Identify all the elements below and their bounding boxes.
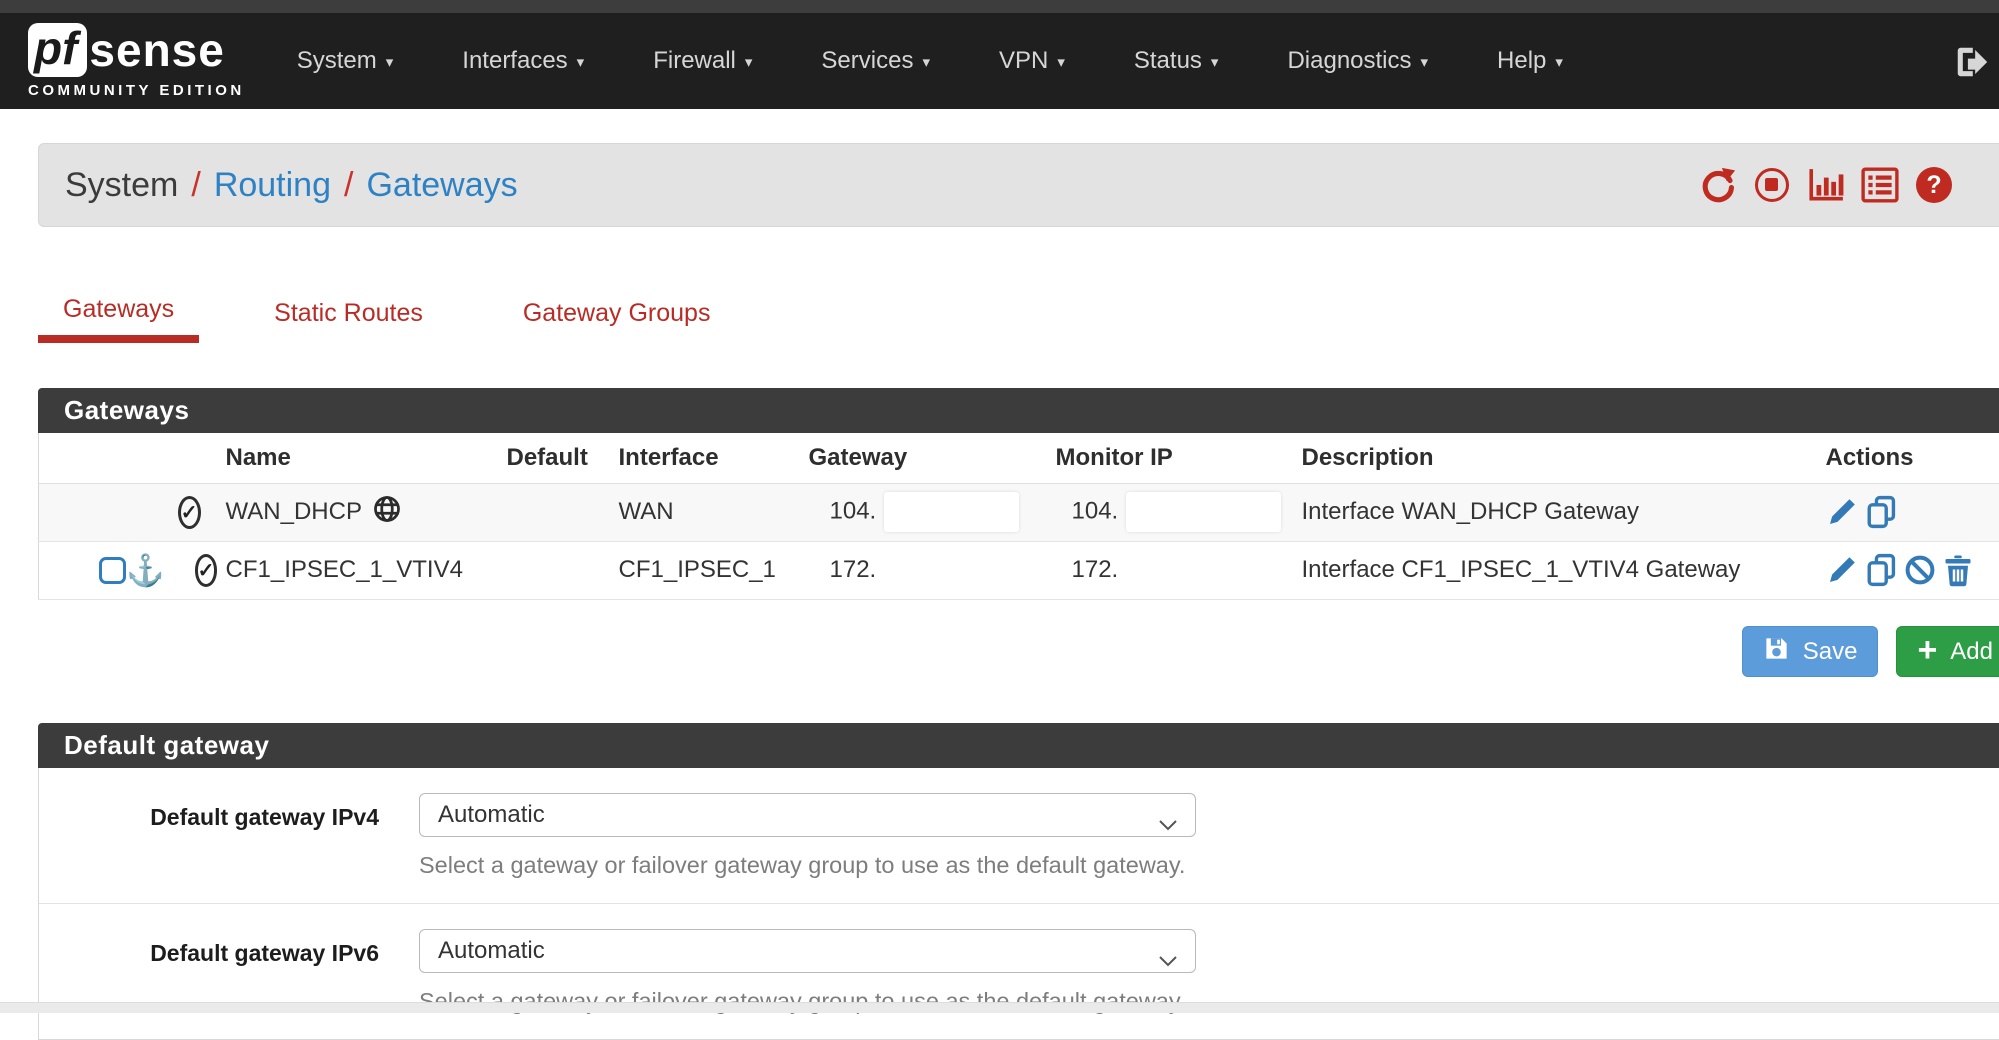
anchor-icon: ⚓ xyxy=(126,555,165,586)
chevron-down-icon: ▾ xyxy=(386,52,394,70)
sign-out-icon[interactable] xyxy=(1953,43,1991,86)
gateway-interface: CF1_IPSEC_1 xyxy=(589,541,794,599)
help-icon[interactable]: ? xyxy=(1915,166,1953,204)
gateway-name: WAN_DHCP xyxy=(226,498,362,526)
default-gateway-ipv4-select[interactable]: Automatic xyxy=(419,793,1196,837)
nav-item-firewall[interactable]: Firewall ▾ xyxy=(653,47,752,75)
form-row-ipv6: Default gateway IPv6 Automatic Select a … xyxy=(39,903,1999,1039)
copy-icon[interactable] xyxy=(1865,553,1897,587)
tab-bar: Gateways Static Routes Gateway Groups xyxy=(38,283,735,343)
gateway-address: 172. xyxy=(794,541,1044,599)
col-header-monitor-ip: Monitor IP xyxy=(1044,433,1294,483)
chart-icon[interactable] xyxy=(1807,166,1845,204)
nav-item-help[interactable]: Help ▾ xyxy=(1497,47,1563,75)
edit-icon[interactable] xyxy=(1826,554,1858,586)
copy-icon[interactable] xyxy=(1865,495,1897,529)
gateways-panel: Gateways Name Default Interface Gateway … xyxy=(38,388,1999,600)
chevron-down-icon: ▾ xyxy=(1555,52,1563,70)
default-gateway-ipv4-label: Default gateway IPv4 xyxy=(39,793,379,879)
chevron-down-icon xyxy=(1158,810,1178,838)
disable-icon[interactable] xyxy=(1904,554,1936,586)
logo-sense: sense xyxy=(89,23,224,77)
add-button[interactable]: + Add xyxy=(1896,626,1999,677)
col-header-gateway: Gateway xyxy=(794,433,1044,483)
monitor-ip: 104. xyxy=(1072,497,1119,524)
nav-item-system[interactable]: System ▾ xyxy=(297,47,394,75)
default-gateway-ipv6-select[interactable]: Automatic xyxy=(419,929,1196,973)
chevron-down-icon: ▾ xyxy=(1211,52,1219,70)
globe-icon xyxy=(372,494,402,531)
breadcrumb-system: System xyxy=(65,166,178,205)
gateway-online-icon: ✓ xyxy=(195,554,218,587)
default-gateway-panel-title: Default gateway xyxy=(38,723,1999,768)
edit-icon[interactable] xyxy=(1826,496,1858,528)
chevron-down-icon: ▾ xyxy=(922,52,930,70)
gateway-interface: WAN xyxy=(589,483,794,541)
gateway-description: Interface CF1_IPSEC_1_VTIV4 Gateway xyxy=(1294,541,1794,599)
redaction-box xyxy=(884,492,1019,532)
nav-item-status[interactable]: Status ▾ xyxy=(1134,47,1219,75)
pfsense-logo[interactable]: pf sense COMMUNITY EDITION xyxy=(28,23,245,99)
log-icon[interactable] xyxy=(1861,166,1899,204)
top-strip xyxy=(0,0,1999,13)
chevron-down-icon: ▾ xyxy=(745,52,753,70)
square-icon xyxy=(99,557,126,584)
chevron-down-icon xyxy=(1158,946,1178,974)
default-gateway-panel: Default gateway Default gateway IPv4 Aut… xyxy=(38,723,1999,1040)
page-bottom-strip xyxy=(0,1002,1999,1013)
save-icon xyxy=(1763,635,1790,669)
logo-edition: COMMUNITY EDITION xyxy=(28,82,245,99)
gateway-name: CF1_IPSEC_1_VTIV4 xyxy=(226,556,463,584)
col-header-interface: Interface xyxy=(589,433,794,483)
breadcrumb: System / Routing / Gateways xyxy=(65,166,518,205)
breadcrumb-routing-link[interactable]: Routing xyxy=(214,166,331,205)
plus-icon: + xyxy=(1917,633,1937,671)
nav-item-interfaces[interactable]: Interfaces ▾ xyxy=(462,47,584,75)
navbar: pf sense COMMUNITY EDITION System ▾ Inte… xyxy=(0,13,1999,109)
logo-pf: pf xyxy=(28,23,87,77)
gateway-default xyxy=(499,483,589,541)
default-gateway-ipv4-help: Select a gateway or failover gateway gro… xyxy=(419,852,1199,879)
tab-static-routes[interactable]: Static Routes xyxy=(249,283,448,343)
nav-item-diagnostics[interactable]: Diagnostics ▾ xyxy=(1287,47,1428,75)
save-button[interactable]: Save xyxy=(1742,626,1879,677)
nav-item-vpn[interactable]: VPN ▾ xyxy=(999,47,1065,75)
col-header-name: Name xyxy=(209,433,499,483)
col-header-description: Description xyxy=(1294,433,1794,483)
breadcrumb-gateways-link[interactable]: Gateways xyxy=(366,166,517,205)
form-action-buttons: Save + Add xyxy=(1742,626,1999,677)
table-row-wan-dhcp: ✓ WAN_DHCP WAN xyxy=(39,483,1999,541)
chevron-down-icon: ▾ xyxy=(577,52,585,70)
tab-gateways[interactable]: Gateways xyxy=(38,283,199,343)
stop-icon[interactable] xyxy=(1753,166,1791,204)
gateway-description: Interface WAN_DHCP Gateway xyxy=(1294,483,1794,541)
redaction-box xyxy=(1126,492,1281,532)
gateway-online-icon: ✓ xyxy=(178,496,201,529)
col-header-status xyxy=(39,433,209,483)
gateway-default xyxy=(499,541,589,599)
gateway-address: 104. xyxy=(830,497,877,524)
refresh-icon[interactable] xyxy=(1699,166,1737,204)
chevron-down-icon: ▾ xyxy=(1057,52,1065,70)
chevron-down-icon: ▾ xyxy=(1421,52,1429,70)
col-header-default: Default xyxy=(499,433,589,483)
table-row-cf1-ipsec: ⚓ ✓ CF1_IPSEC_1_VTIV4 CF1_IPSEC_1 172. 1… xyxy=(39,541,1999,599)
gateways-table: Name Default Interface Gateway Monitor I… xyxy=(38,433,1999,600)
breadcrumb-actions: ? xyxy=(1699,144,1953,226)
form-row-ipv4: Default gateway IPv4 Automatic Select a … xyxy=(39,768,1999,903)
delete-icon[interactable] xyxy=(1943,554,1973,587)
gateways-panel-title: Gateways xyxy=(38,388,1999,433)
col-header-actions: Actions xyxy=(1794,433,1999,483)
monitor-ip: 172. xyxy=(1044,541,1294,599)
tab-gateway-groups[interactable]: Gateway Groups xyxy=(498,283,736,343)
breadcrumb-bar: System / Routing / Gateways xyxy=(38,143,1999,227)
nav-item-services[interactable]: Services ▾ xyxy=(821,47,930,75)
nav-menu: System ▾ Interfaces ▾ Firewall ▾ Service… xyxy=(297,47,1563,75)
